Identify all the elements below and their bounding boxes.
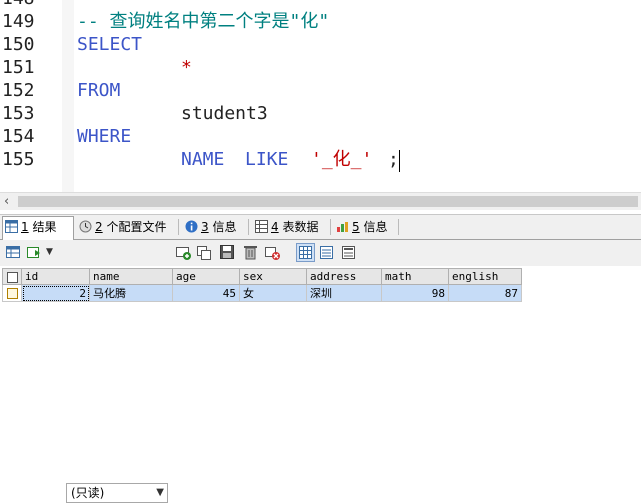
chevron-down-icon[interactable]: ▼ [46,244,54,261]
result-grid[interactable]: id name age sex address math english 2 马… [0,267,641,364]
horizontal-scrollbar[interactable]: ‹ [0,192,641,210]
add-row-icon[interactable] [175,244,192,261]
column-header-id[interactable]: id [21,268,90,285]
cell-sex[interactable]: 女 [239,284,307,302]
tab-info-history[interactable]: 5 信息 [334,217,400,237]
tab-profile[interactable]: 2 个配置文件 [77,217,175,237]
cell-name[interactable]: 马化腾 [89,284,173,302]
line-number: 153 [2,103,35,124]
cancel-changes-icon[interactable] [264,244,281,261]
export-menu-icon[interactable] [26,244,43,261]
statement-terminator: ; [388,149,399,170]
cell-english[interactable]: 87 [448,284,522,302]
tab-number: 5 [352,220,360,234]
tab-label: 表数据 [282,220,319,234]
line-number: 152 [2,80,35,101]
select-star: * [181,57,192,78]
line-number: 150 [2,34,35,55]
line-number: 151 [2,57,35,78]
scrollbar-thumb[interactable] [18,196,638,207]
tab-number: 2 [95,220,103,234]
result-tabs: 1 结果 2 个配置文件 3 信息 4 表数据 5 信息 [0,214,641,240]
keyword-like: LIKE [245,149,289,170]
keyword-from: FROM [77,80,121,101]
grid-view-icon[interactable] [296,243,315,262]
tab-divider [178,219,179,235]
tab-label: 信息 [363,220,388,234]
cell-id[interactable]: 2 [21,284,90,302]
tab-number: 3 [201,220,209,234]
line-number: 155 [2,149,35,170]
like-pattern-string: '_化_' [311,149,373,170]
table-name: student3 [181,103,268,124]
table-data-icon [255,219,268,233]
cell-math[interactable]: 98 [381,284,449,302]
column-header-name[interactable]: name [89,268,173,285]
column-header-address[interactable]: address [306,268,382,285]
line-number: 154 [2,126,35,147]
info-icon [185,219,198,233]
tab-table-data[interactable]: 4 表数据 [253,217,331,237]
form-view-icon[interactable] [318,244,335,261]
checkbox-icon [6,288,18,299]
sql-editor[interactable]: 148 149 150 151 152 153 154 155 -- 查询姓名中… [0,0,641,192]
tab-results[interactable]: 1 结果 [2,216,74,240]
tab-divider [330,219,331,235]
text-caret [399,150,400,172]
results-toolbar: ▼ (只读) ▼ [0,240,641,503]
table-row[interactable]: 2 马化腾 45 女 深圳 98 87 [2,284,522,302]
export-grid-icon[interactable] [5,244,22,261]
checkbox-icon [6,271,18,283]
table-header-row: id name age sex address math english [2,268,522,285]
cell-age[interactable]: 45 [172,284,240,302]
tab-divider [248,219,249,235]
profile-icon [79,219,92,233]
tab-label: 结果 [32,220,57,234]
info-history-icon [336,219,349,232]
chevron-down-icon: ▼ [156,487,164,498]
save-icon[interactable] [219,244,236,261]
select-all-checkbox[interactable] [2,268,22,285]
duplicate-row-icon[interactable] [196,244,213,261]
result-mode-select[interactable]: (只读) ▼ [66,483,168,503]
row-checkbox[interactable] [2,284,22,302]
fold-margin [62,0,74,192]
keyword-select: SELECT [77,34,143,55]
result-table: id name age sex address math english 2 马… [2,268,522,302]
column-header-english[interactable]: english [448,268,522,285]
tab-label: 个配置文件 [106,220,167,234]
table-result-icon [5,219,18,233]
keyword-where: WHERE [77,126,132,147]
tab-info[interactable]: 3 信息 [183,217,247,237]
column-header-age[interactable]: age [172,268,240,285]
sql-comment: -- 查询姓名中第二个字是"化" [77,11,330,32]
line-number: 148 [2,0,58,10]
scroll-left-icon[interactable]: ‹ [4,194,9,209]
column-name: NAME [181,149,225,170]
tab-label: 信息 [212,220,237,234]
line-number: 149 [2,11,35,32]
column-header-sex[interactable]: sex [239,268,307,285]
line-number-gutter: 148 149 150 151 152 153 154 155 [0,0,62,192]
delete-icon[interactable] [242,244,259,261]
text-view-icon[interactable] [340,244,357,261]
column-header-math[interactable]: math [381,268,449,285]
result-mode-value: (只读) [71,486,105,500]
tab-divider [398,219,399,235]
tab-number: 4 [271,220,279,234]
cell-address[interactable]: 深圳 [306,284,382,302]
tab-number: 1 [21,220,29,234]
